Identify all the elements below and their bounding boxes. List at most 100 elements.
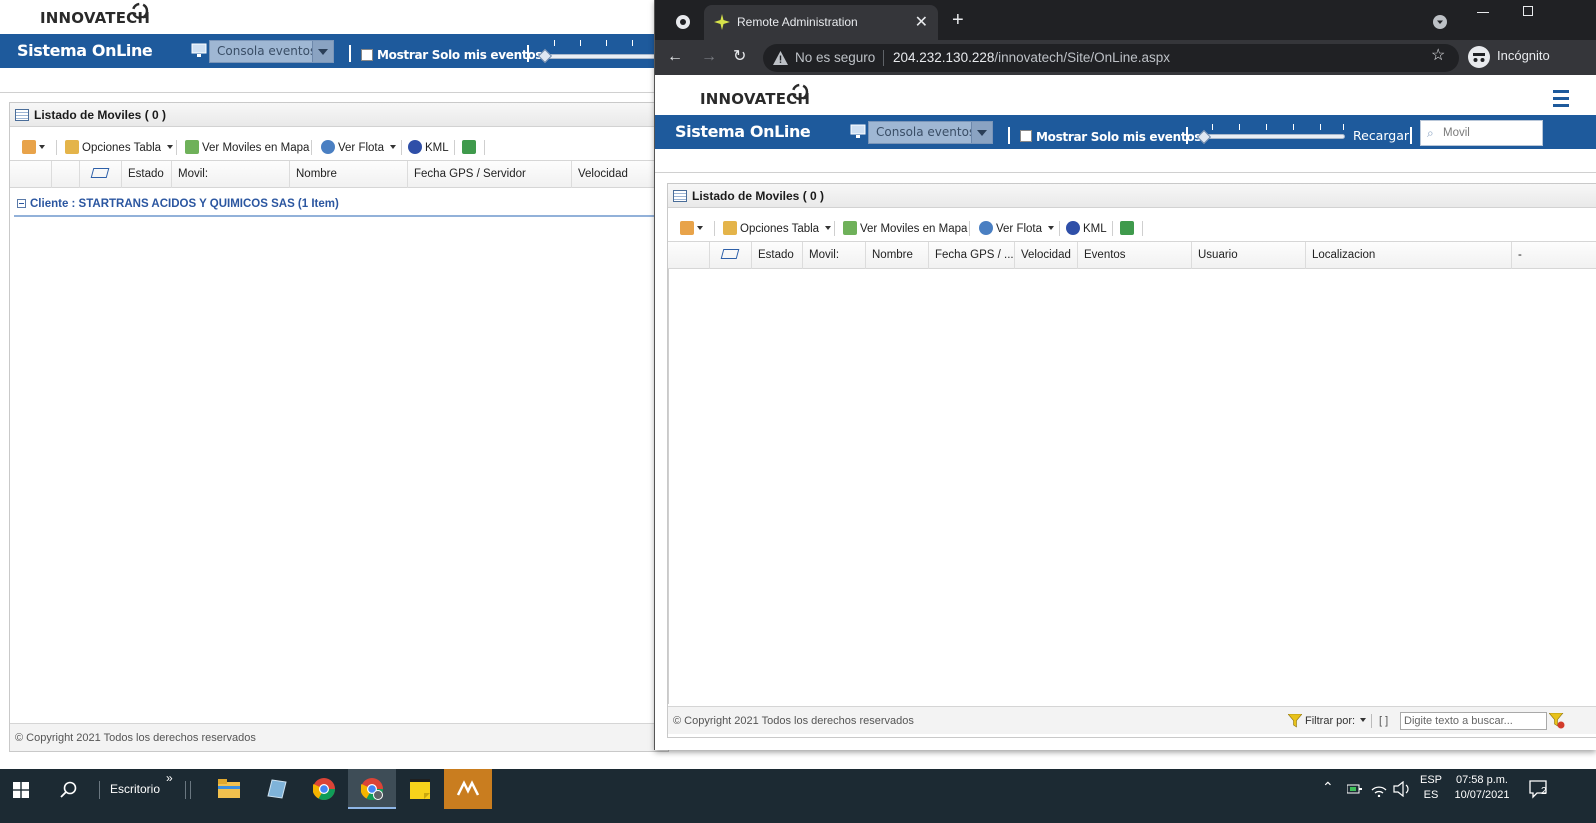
folder-icon	[218, 779, 240, 798]
view-fleet-button[interactable]: Ver Flota	[321, 140, 397, 156]
console-combo[interactable]: Consola eventos	[868, 121, 993, 144]
view-fleet-button[interactable]: Ver Flota	[979, 221, 1055, 237]
filter-icon	[1288, 714, 1302, 728]
tab-search-icon[interactable]	[675, 14, 691, 30]
back-icon[interactable]: ←	[667, 49, 683, 65]
app-title: Sistema OnLine	[675, 122, 811, 141]
file-explorer-button[interactable]	[204, 769, 252, 809]
wifi-icon[interactable]	[1371, 781, 1387, 797]
column-extra[interactable]: -	[1512, 242, 1596, 269]
collapse-icon[interactable]	[17, 199, 26, 208]
column-icon[interactable]	[710, 242, 752, 269]
reload-icon[interactable]: ↻	[733, 49, 746, 65]
column-nombre[interactable]: Nombre	[866, 242, 929, 269]
console-combo[interactable]: Consola eventos	[209, 40, 334, 63]
column-check[interactable]	[52, 161, 80, 188]
grid-body-border	[668, 269, 669, 704]
minimize-icon[interactable]	[1477, 12, 1489, 13]
filter-text-input[interactable]: Digite texto a buscar...	[1400, 712, 1547, 730]
tab-remote-administration[interactable]: Remote Administration ✕	[704, 5, 938, 40]
notifications-button[interactable]: 2	[1529, 780, 1551, 800]
notebook-icon	[267, 779, 287, 799]
column-velocidad[interactable]: Velocidad	[1015, 242, 1078, 269]
omnibox[interactable]: No es seguro 204.232.130.228/innovatech/…	[763, 44, 1459, 72]
column-fecha-gps[interactable]: Fecha GPS / ...	[929, 242, 1015, 269]
actions-dropdown[interactable]	[680, 221, 703, 237]
view-on-map-button[interactable]: Ver Moviles en Mapa	[185, 140, 309, 156]
clock[interactable]: 07:58 p.m. 10/07/2021	[1452, 773, 1512, 803]
group-row[interactable]: Cliente : STARTRANS ACIDOS Y QUIMICOS SA…	[14, 193, 668, 217]
sticky-notes-button[interactable]	[396, 769, 444, 809]
column-usuario[interactable]: Usuario	[1192, 242, 1306, 269]
incognito-label[interactable]: Incógnito	[1497, 48, 1550, 63]
warning-icon	[773, 51, 788, 65]
chevron-down-icon[interactable]	[312, 41, 333, 62]
filter-by-dropdown[interactable]: Filtrar por:	[1305, 707, 1367, 735]
refresh-slider[interactable]	[1200, 134, 1345, 139]
volume-icon[interactable]	[1393, 781, 1411, 797]
excel-export-button[interactable]	[1120, 221, 1137, 237]
slider-tick	[1266, 124, 1267, 130]
only-my-events-checkbox[interactable]	[361, 49, 373, 61]
slider-tick	[632, 40, 633, 46]
forward-icon[interactable]: →	[701, 49, 717, 65]
innovatech-logo: INNOVATECH	[40, 2, 150, 27]
column-icon[interactable]	[80, 161, 122, 188]
table-options-button[interactable]: Opciones Tabla	[65, 140, 174, 156]
separator	[185, 781, 186, 799]
url: 204.232.130.228/innovatech/Site/OnLine.a…	[893, 50, 1170, 65]
desktop-toolbar-label[interactable]: Escritorio	[110, 782, 160, 796]
hamburger-menu-icon[interactable]	[1551, 88, 1571, 108]
column-estado[interactable]: Estado	[122, 161, 172, 188]
column-movil[interactable]: Movil:	[172, 161, 290, 188]
divider	[883, 50, 884, 66]
windows-start-icon[interactable]	[13, 782, 29, 798]
divider	[655, 172, 1596, 173]
monitor-icon	[850, 124, 866, 138]
innovatech-logo: INNOVATECH	[700, 83, 810, 108]
notes-app-button[interactable]	[252, 769, 300, 809]
panel-title: Listado de Moviles ( 0 )	[34, 108, 167, 122]
column-expand[interactable]	[14, 161, 52, 188]
actions-dropdown[interactable]	[22, 140, 45, 156]
separator	[714, 221, 715, 236]
refresh-slider[interactable]	[540, 54, 660, 59]
close-tab-icon[interactable]: ✕	[915, 12, 928, 32]
table-options-button[interactable]: Opciones Tabla	[723, 221, 832, 237]
column-nombre[interactable]: Nombre	[290, 161, 408, 188]
grid-icon	[673, 190, 687, 202]
excel-export-button[interactable]	[462, 140, 479, 156]
separator	[969, 221, 970, 236]
moviles-panel: Listado de Moviles ( 0 ) Opciones Tabla …	[667, 183, 1596, 738]
kml-button[interactable]: KML	[1066, 221, 1107, 237]
separator	[484, 140, 485, 155]
kml-button[interactable]: KML	[408, 140, 449, 156]
new-tab-button[interactable]: +	[952, 10, 964, 30]
show-hidden-icons[interactable]: ⌃	[1322, 780, 1334, 795]
chrome-incognito-button[interactable]	[348, 769, 396, 809]
tab-search-dropdown-icon[interactable]	[1433, 15, 1447, 29]
toolbar-chevron[interactable]: »	[166, 771, 173, 785]
view-on-map-button[interactable]: Ver Moviles en Mapa	[843, 221, 967, 237]
chevron-down-icon[interactable]	[971, 122, 992, 143]
network-status-icon[interactable]	[1347, 782, 1363, 796]
slider-tick	[1212, 124, 1213, 130]
bookmark-star-icon[interactable]: ☆	[1431, 48, 1445, 64]
column-fecha-gps[interactable]: Fecha GPS / Servidor	[408, 161, 572, 188]
column-estado[interactable]: Estado	[752, 242, 803, 269]
column-eventos[interactable]: Eventos	[1078, 242, 1192, 269]
slider-tick	[606, 40, 607, 46]
column-movil[interactable]: Movil:	[803, 242, 866, 269]
chevron-down-icon	[167, 145, 174, 149]
language-indicator[interactable]: ESP ES	[1418, 773, 1444, 803]
chrome-button[interactable]	[300, 769, 348, 809]
apply-filter-icon[interactable]	[1549, 713, 1565, 729]
remote-app-button[interactable]	[444, 769, 492, 809]
maximize-icon[interactable]	[1523, 6, 1533, 16]
column-expand[interactable]	[668, 242, 710, 269]
column-localizacion[interactable]: Localizacion	[1306, 242, 1512, 269]
search-icon[interactable]	[60, 781, 78, 799]
movil-search-input[interactable]: ⌕ Movil	[1420, 120, 1543, 146]
reload-link[interactable]: Recargar	[1353, 128, 1409, 143]
only-my-events-checkbox[interactable]	[1020, 130, 1032, 142]
